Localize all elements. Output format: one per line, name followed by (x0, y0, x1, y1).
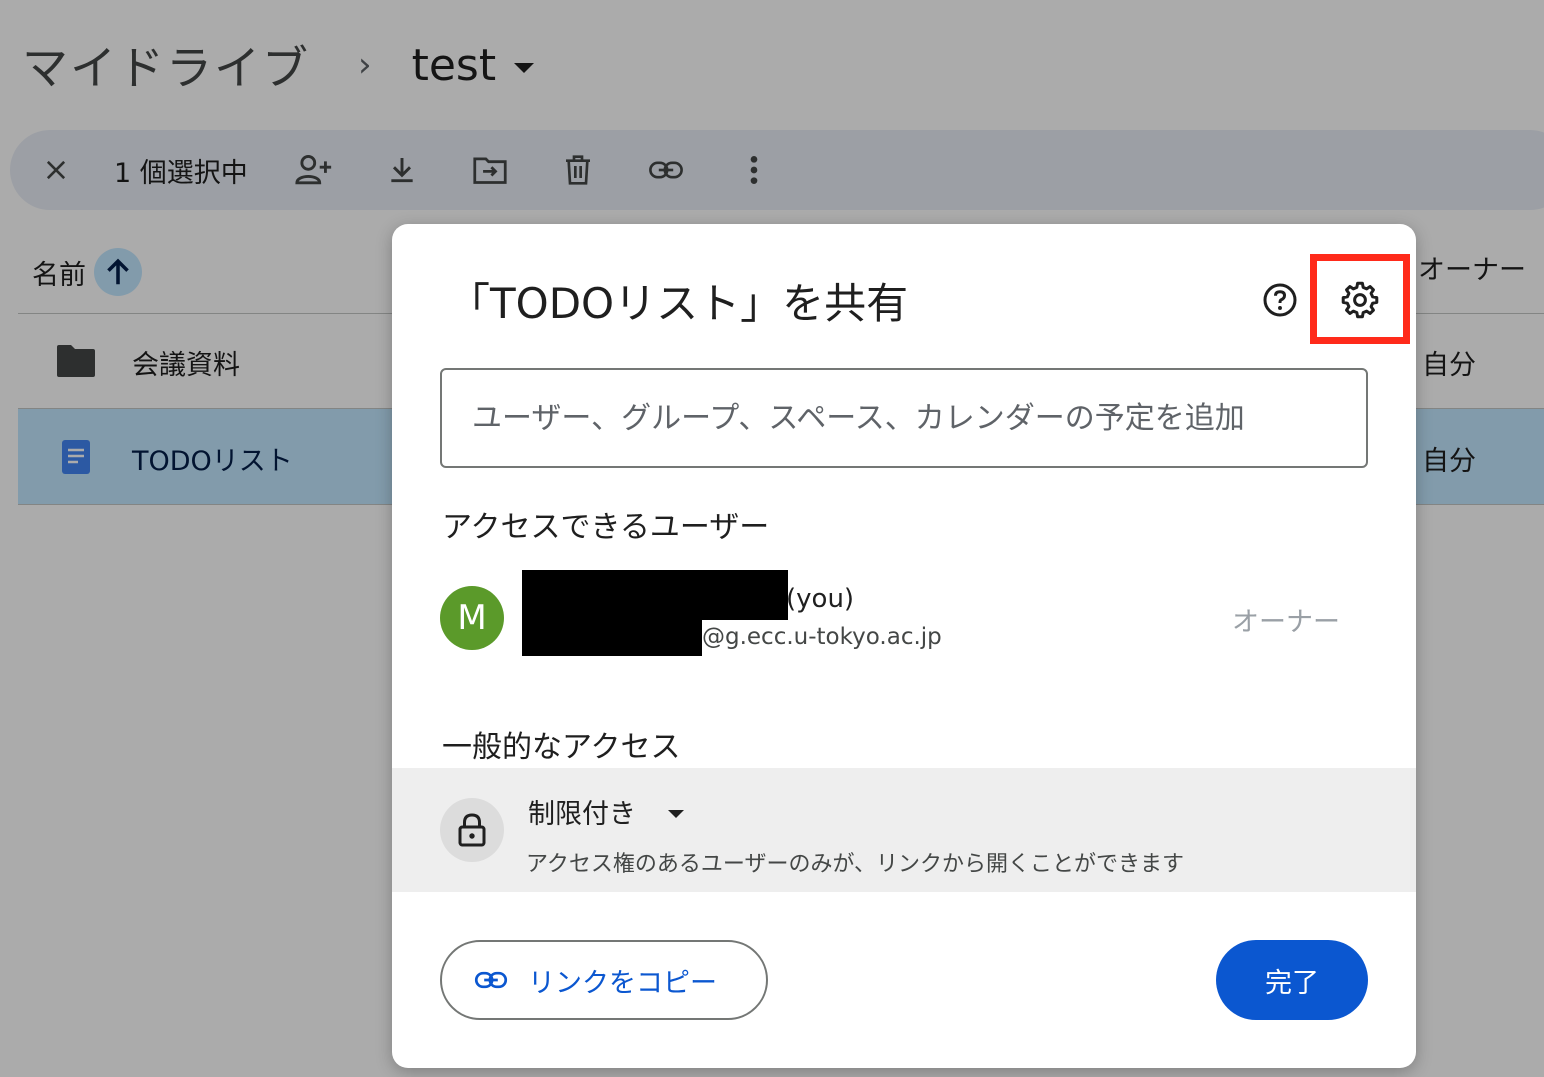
done-button[interactable]: 完了 (1216, 940, 1368, 1020)
user-you-label: (you) (786, 584, 855, 614)
dialog-title: 「TODOリスト」を共有 (448, 279, 909, 328)
access-level-label: 制限付き (528, 799, 636, 830)
lock-icon (440, 798, 504, 862)
general-access-label: 一般的なアクセス (442, 730, 681, 765)
user-role: オーナー (1232, 607, 1340, 638)
copy-link-label: リンクをコピー (528, 967, 717, 999)
avatar: M (440, 586, 504, 650)
copy-link-button[interactable]: リンクをコピー (440, 940, 768, 1020)
caret-down-icon (668, 809, 684, 818)
share-dialog: 「TODOリスト」を共有 アクセスできるユーザー M (you) @g.ecc.… (392, 224, 1416, 1068)
highlight-box (1310, 254, 1410, 344)
people-with-access-label: アクセスできるユーザー (442, 510, 770, 545)
user-email: @g.ecc.u-tokyo.ac.jp (702, 624, 942, 650)
redacted-name (522, 570, 788, 620)
add-people-input[interactable] (440, 368, 1368, 468)
access-level-dropdown[interactable]: 制限付き (528, 792, 684, 831)
help-icon[interactable] (1256, 276, 1304, 324)
access-description: アクセス権のあるユーザーのみが、リンクから開くことができます (526, 852, 1185, 877)
general-access-panel: 制限付き アクセス権のあるユーザーのみが、リンクから開くことができます (392, 768, 1416, 892)
link-icon (474, 971, 508, 989)
redacted-email (522, 616, 702, 656)
